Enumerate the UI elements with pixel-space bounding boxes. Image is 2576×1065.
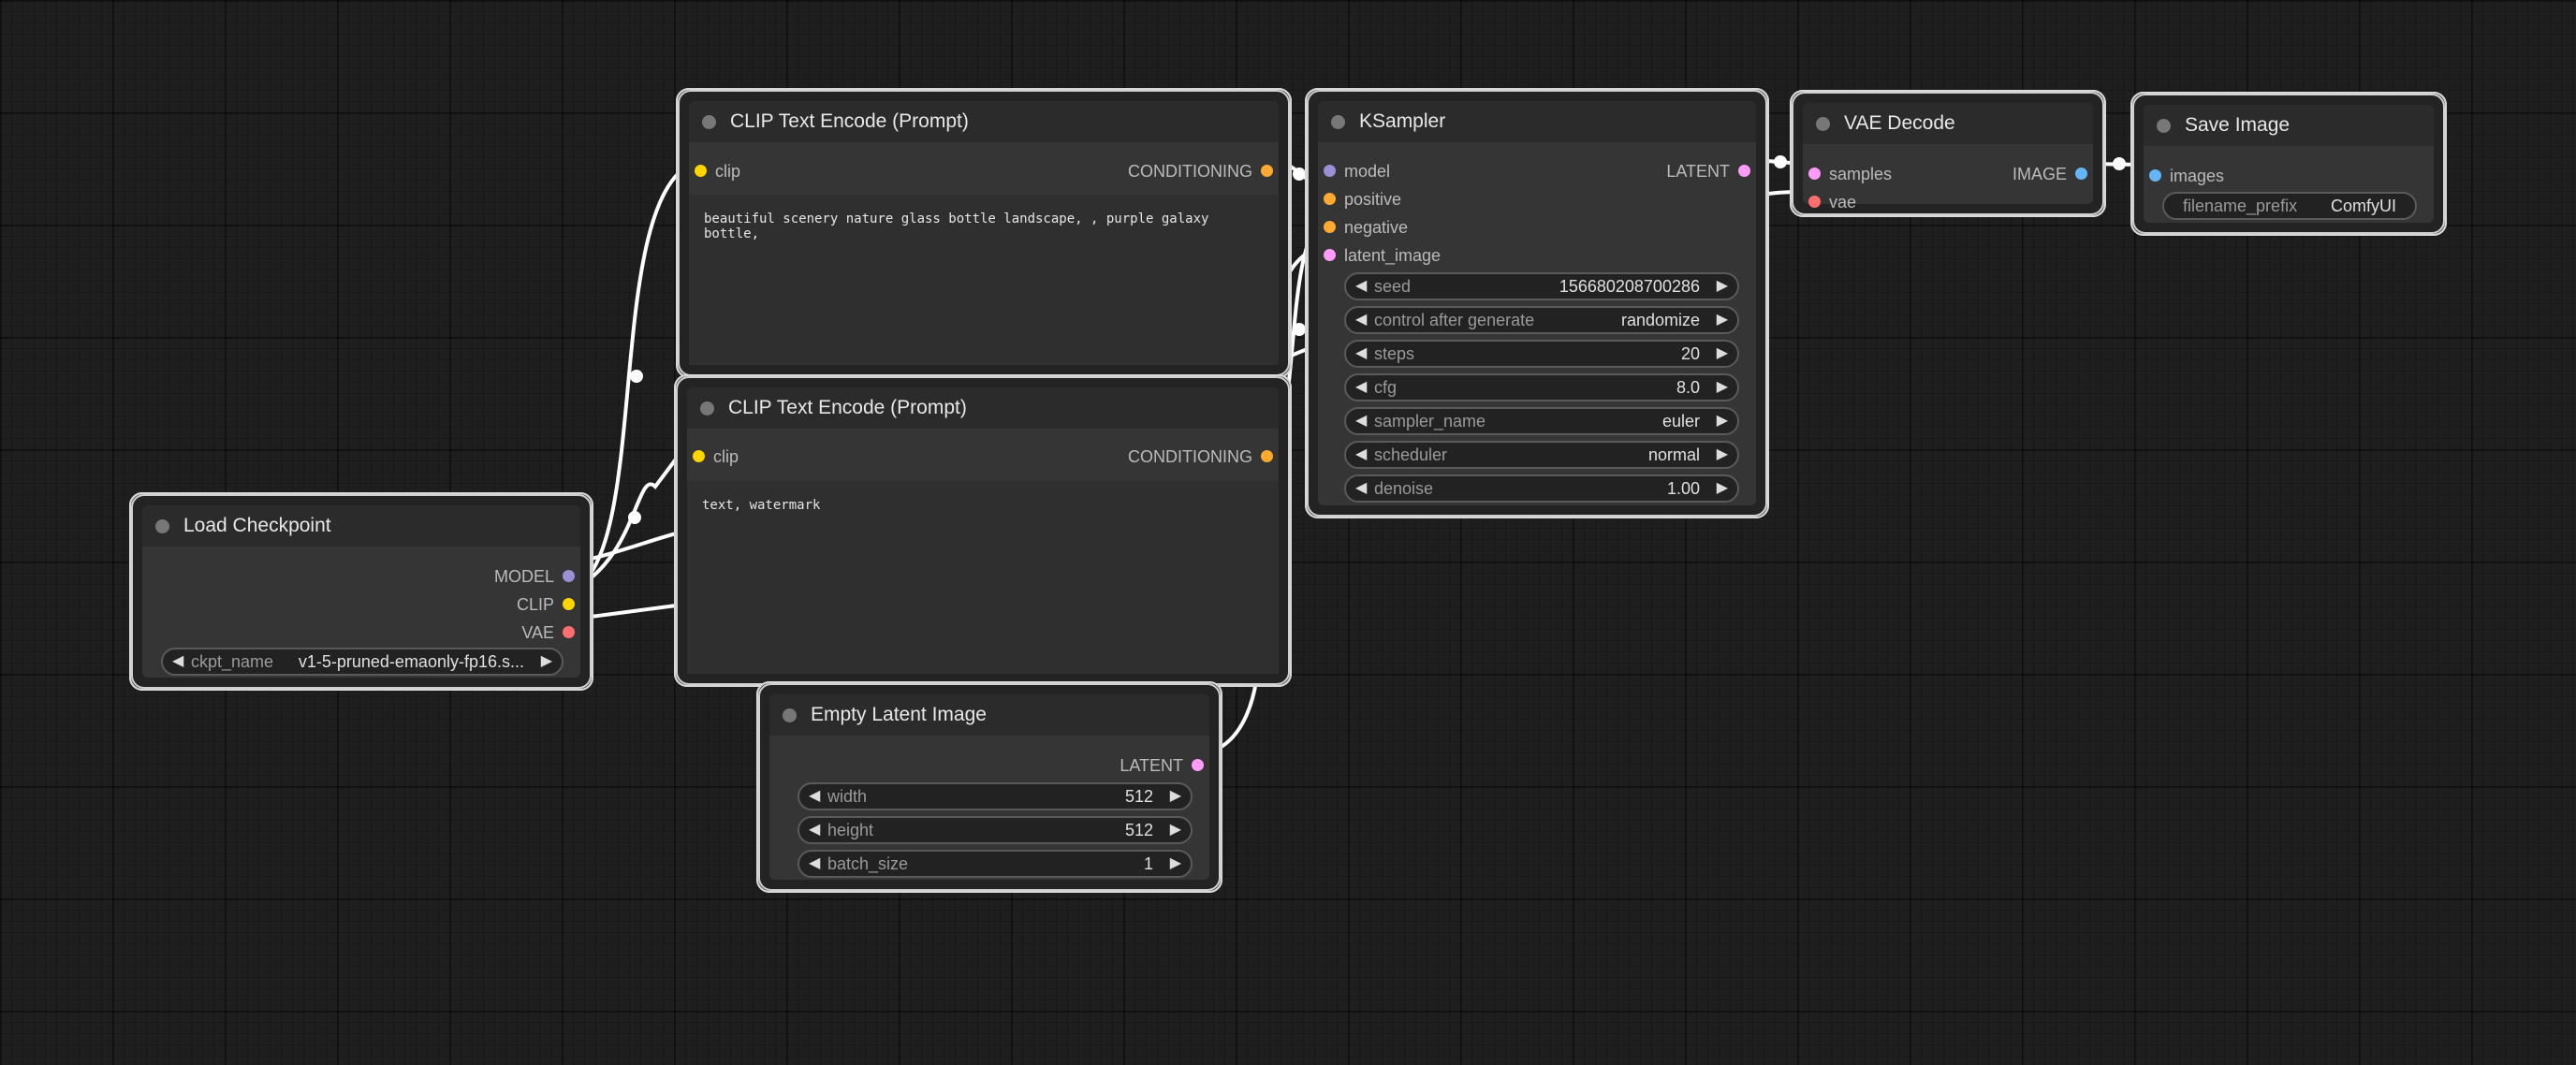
output-slot-conditioning[interactable]: CONDITIONING xyxy=(1128,159,1279,183)
increment-arrow-icon[interactable]: ▶ xyxy=(1717,409,1728,433)
image-output-dot-icon[interactable] xyxy=(2075,168,2087,180)
decrement-arrow-icon[interactable]: ◀ xyxy=(1355,375,1367,400)
prompt-textarea[interactable]: beautiful scenery nature glass bottle la… xyxy=(689,195,1279,365)
output-slot-vae[interactable]: VAE xyxy=(521,620,580,645)
node-title: VAE Decode xyxy=(1844,112,1955,134)
widget-cfg[interactable]: ◀ cfg 8.0 ▶ xyxy=(1344,373,1739,401)
output-slot-conditioning[interactable]: CONDITIONING xyxy=(1128,445,1279,469)
node-title: KSampler xyxy=(1359,110,1446,132)
node-graph-canvas[interactable]: CLIP Text Encode (Prompt) clip CONDITION… xyxy=(0,0,2576,1065)
clip-text-encode-negative-node[interactable]: CLIP Text Encode (Prompt) clip CONDITION… xyxy=(674,374,1292,687)
clip-input-dot-icon[interactable] xyxy=(695,165,707,177)
clip-text-encode-positive-node[interactable]: CLIP Text Encode (Prompt) clip CONDITION… xyxy=(676,88,1292,378)
empty-latent-image-node[interactable]: Empty Latent Image LATENT ◀ width 512 ▶ … xyxy=(756,681,1222,893)
node-title: CLIP Text Encode (Prompt) xyxy=(730,110,969,132)
widget-seed[interactable]: ◀ seed 156680208700286 ▶ xyxy=(1344,272,1739,300)
increment-arrow-icon[interactable]: ▶ xyxy=(1717,308,1728,332)
widget-width[interactable]: ◀ width 512 ▶ xyxy=(798,782,1193,810)
prompt-textarea[interactable]: text, watermark xyxy=(687,481,1279,674)
node-title-bar[interactable]: KSampler xyxy=(1318,101,1756,142)
increment-arrow-icon[interactable]: ▶ xyxy=(1170,784,1181,809)
widget-batch-size[interactable]: ◀ batch_size 1 ▶ xyxy=(798,850,1193,878)
images-input-dot-icon[interactable] xyxy=(2149,169,2161,182)
node-title-bar[interactable]: VAE Decode xyxy=(1803,103,2093,144)
node-title: Load Checkpoint xyxy=(183,515,331,536)
input-slot-latent-image[interactable]: latent_image xyxy=(1318,243,1441,268)
decrement-arrow-icon[interactable]: ◀ xyxy=(1355,274,1367,299)
decrement-arrow-icon[interactable]: ◀ xyxy=(1355,476,1367,501)
load-checkpoint-node[interactable]: Load Checkpoint MODEL CLIP VAE ◀ ckpt_na… xyxy=(129,492,593,691)
decrement-arrow-icon[interactable]: ◀ xyxy=(1355,443,1367,467)
collapse-dot-icon[interactable] xyxy=(702,115,716,129)
ksampler-node[interactable]: KSampler model LATENT positive negative … xyxy=(1305,88,1769,518)
vae-input-dot-icon[interactable] xyxy=(1808,196,1821,208)
output-slot-model[interactable]: MODEL xyxy=(494,564,580,589)
model-output-dot-icon[interactable] xyxy=(563,570,575,582)
input-slot-clip[interactable]: clip xyxy=(687,445,739,469)
increment-arrow-icon[interactable]: ▶ xyxy=(1717,274,1728,299)
widget-sampler-name[interactable]: ◀ sampler_name euler ▶ xyxy=(1344,407,1739,435)
conditioning-output-dot-icon[interactable] xyxy=(1261,450,1273,462)
widget-steps[interactable]: ◀ steps 20 ▶ xyxy=(1344,340,1739,368)
decrement-arrow-icon[interactable]: ◀ xyxy=(172,649,183,674)
positive-input-dot-icon[interactable] xyxy=(1324,193,1336,205)
clip-output-dot-icon[interactable] xyxy=(563,598,575,610)
node-title-bar[interactable]: CLIP Text Encode (Prompt) xyxy=(689,101,1279,142)
collapse-dot-icon[interactable] xyxy=(1331,115,1345,129)
node-title: CLIP Text Encode (Prompt) xyxy=(728,397,967,418)
node-title-bar[interactable]: Load Checkpoint xyxy=(142,505,580,547)
collapse-dot-icon[interactable] xyxy=(783,708,797,722)
widget-height[interactable]: ◀ height 512 ▶ xyxy=(798,816,1193,844)
input-slot-clip[interactable]: clip xyxy=(689,159,740,183)
node-title-bar[interactable]: Empty Latent Image xyxy=(769,694,1209,736)
decrement-arrow-icon[interactable]: ◀ xyxy=(1355,308,1367,332)
output-slot-clip[interactable]: CLIP xyxy=(517,592,580,617)
decrement-arrow-icon[interactable]: ◀ xyxy=(809,784,820,809)
output-slot-latent[interactable]: LATENT xyxy=(1666,159,1756,183)
input-slot-model[interactable]: model xyxy=(1318,159,1390,183)
increment-arrow-icon[interactable]: ▶ xyxy=(1717,375,1728,400)
node-title: Save Image xyxy=(2185,114,2291,136)
decrement-arrow-icon[interactable]: ◀ xyxy=(1355,409,1367,433)
collapse-dot-icon[interactable] xyxy=(2157,119,2171,133)
widget-denoise[interactable]: ◀ denoise 1.00 ▶ xyxy=(1344,474,1739,503)
increment-arrow-icon[interactable]: ▶ xyxy=(541,649,552,674)
input-slot-negative[interactable]: negative xyxy=(1318,215,1408,240)
latent-output-dot-icon[interactable] xyxy=(1192,759,1204,771)
increment-arrow-icon[interactable]: ▶ xyxy=(1717,476,1728,501)
increment-arrow-icon[interactable]: ▶ xyxy=(1717,342,1728,366)
collapse-dot-icon[interactable] xyxy=(700,401,714,416)
widget-scheduler[interactable]: ◀ scheduler normal ▶ xyxy=(1344,441,1739,469)
widget-control-after-generate[interactable]: ◀ control after generate randomize ▶ xyxy=(1344,306,1739,334)
negative-input-dot-icon[interactable] xyxy=(1324,221,1336,233)
vae-output-dot-icon[interactable] xyxy=(563,626,575,638)
decrement-arrow-icon[interactable]: ◀ xyxy=(809,818,820,842)
widget-ckpt-name[interactable]: ◀ ckpt_name v1-5-pruned-emaonly-fp16.s..… xyxy=(161,648,564,676)
output-slot-image[interactable]: IMAGE xyxy=(2012,162,2093,186)
input-slot-samples[interactable]: samples xyxy=(1803,162,1892,186)
latent-image-input-dot-icon[interactable] xyxy=(1324,249,1336,261)
increment-arrow-icon[interactable]: ▶ xyxy=(1170,852,1181,876)
save-image-node[interactable]: Save Image images filename_prefix ComfyU… xyxy=(2130,92,2447,236)
collapse-dot-icon[interactable] xyxy=(1816,117,1830,131)
input-slot-positive[interactable]: positive xyxy=(1318,187,1401,212)
output-slot-latent[interactable]: LATENT xyxy=(1120,753,1209,778)
node-title-bar[interactable]: CLIP Text Encode (Prompt) xyxy=(687,387,1279,429)
latent-output-dot-icon[interactable] xyxy=(1738,165,1750,177)
samples-input-dot-icon[interactable] xyxy=(1808,168,1821,180)
input-slot-images[interactable]: images xyxy=(2144,164,2224,188)
widget-filename-prefix[interactable]: filename_prefix ComfyUI xyxy=(2162,192,2417,220)
decrement-arrow-icon[interactable]: ◀ xyxy=(809,852,820,876)
vae-decode-node[interactable]: VAE Decode samples IMAGE vae xyxy=(1790,90,2106,217)
conditioning-output-dot-icon[interactable] xyxy=(1261,165,1273,177)
input-slot-vae[interactable]: vae xyxy=(1803,190,1856,214)
increment-arrow-icon[interactable]: ▶ xyxy=(1717,443,1728,467)
clip-input-dot-icon[interactable] xyxy=(693,450,705,462)
node-title: Empty Latent Image xyxy=(811,704,987,725)
model-input-dot-icon[interactable] xyxy=(1324,165,1336,177)
node-title-bar[interactable]: Save Image xyxy=(2144,105,2434,146)
increment-arrow-icon[interactable]: ▶ xyxy=(1170,818,1181,842)
decrement-arrow-icon[interactable]: ◀ xyxy=(1355,342,1367,366)
collapse-dot-icon[interactable] xyxy=(155,519,169,533)
